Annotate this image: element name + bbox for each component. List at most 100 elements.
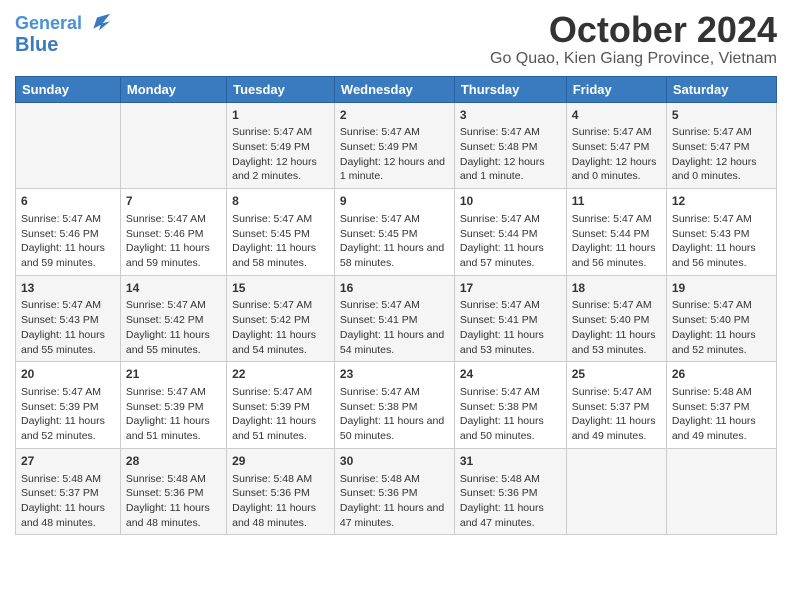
day-of-week-header: Thursday bbox=[454, 76, 566, 102]
calendar-day-cell: 1Sunrise: 5:47 AM Sunset: 5:49 PM Daylig… bbox=[227, 102, 335, 189]
calendar-day-cell: 30 Sunrise: 5:48 AM Sunset: 5:36 PM Dayli… bbox=[334, 448, 454, 535]
calendar-day-cell: 2Sunrise: 5:47 AM Sunset: 5:49 PM Daylig… bbox=[334, 102, 454, 189]
calendar-day-cell: 7 Sunrise: 5:47 AM Sunset: 5:46 PM Daylig… bbox=[120, 189, 226, 276]
day-info: Sunrise: 5:47 AM Sunset: 5:42 PM Dayligh… bbox=[126, 298, 221, 357]
calendar-day-cell: 6Sunrise: 5:47 AM Sunset: 5:46 PM Daylig… bbox=[16, 189, 121, 276]
day-info: Sunrise: 5:47 AM Sunset: 5:37 PM Dayligh… bbox=[572, 385, 661, 444]
day-info: Sunrise: 5:47 AM Sunset: 5:38 PM Dayligh… bbox=[340, 385, 449, 444]
calendar-day-cell: 8 Sunrise: 5:47 AM Sunset: 5:45 PM Daylig… bbox=[227, 189, 335, 276]
calendar-header-row: SundayMondayTuesdayWednesdayThursdayFrid… bbox=[16, 76, 777, 102]
day-info: Sunrise: 5:47 AM Sunset: 5:47 PM Dayligh… bbox=[572, 125, 661, 184]
calendar-day-cell: 21 Sunrise: 5:47 AM Sunset: 5:39 PM Dayli… bbox=[120, 362, 226, 449]
day-info: Sunrise: 5:47 AM Sunset: 5:42 PM Dayligh… bbox=[232, 298, 329, 357]
calendar-week-row: 6 Sunrise: 5:47 AM Sunset: 5:46 PM Daylig… bbox=[16, 189, 777, 276]
day-info: Sunrise: 5:47 AM Sunset: 5:49 PM Dayligh… bbox=[340, 125, 449, 184]
calendar-day-cell: 25Sunrise: 5:47 AM Sunset: 5:37 PM Dayli… bbox=[566, 362, 666, 449]
day-number: 15 bbox=[232, 280, 329, 297]
day-info: Sunrise: 5:47 AM Sunset: 5:40 PM Dayligh… bbox=[672, 298, 771, 357]
calendar-table: SundayMondayTuesdayWednesdayThursdayFrid… bbox=[15, 76, 777, 536]
calendar-day-cell: 11 Sunrise: 5:47 AM Sunset: 5:44 PM Dayli… bbox=[566, 189, 666, 276]
day-info: Sunrise: 5:47 AM Sunset: 5:44 PM Dayligh… bbox=[572, 212, 661, 271]
day-number: 8 bbox=[232, 193, 329, 210]
day-number: 20 bbox=[21, 366, 115, 383]
calendar-day-cell: 13Sunrise: 5:47 AM Sunset: 5:43 PM Dayli… bbox=[16, 275, 121, 362]
day-number: 22 bbox=[232, 366, 329, 383]
day-number: 12 bbox=[672, 193, 771, 210]
day-number: 18 bbox=[572, 280, 661, 297]
day-info: Sunrise: 5:47 AM Sunset: 5:38 PM Dayligh… bbox=[460, 385, 561, 444]
day-number: 13 bbox=[21, 280, 115, 297]
day-number: 30 bbox=[340, 453, 449, 470]
location-subtitle: Go Quao, Kien Giang Province, Vietnam bbox=[490, 50, 777, 68]
title-area: October 2024 Go Quao, Kien Giang Provinc… bbox=[490, 10, 777, 68]
logo-text: General bbox=[15, 14, 82, 34]
day-number: 6 bbox=[21, 193, 115, 210]
calendar-day-cell: 29 Sunrise: 5:48 AM Sunset: 5:36 PM Dayli… bbox=[227, 448, 335, 535]
calendar-day-cell: 14Sunrise: 5:47 AM Sunset: 5:42 PM Dayli… bbox=[120, 275, 226, 362]
day-info: Sunrise: 5:47 AM Sunset: 5:44 PM Dayligh… bbox=[460, 212, 561, 271]
day-number: 5 bbox=[672, 107, 771, 124]
day-info: Sunrise: 5:47 AM Sunset: 5:39 PM Dayligh… bbox=[21, 385, 115, 444]
day-number: 27 bbox=[21, 453, 115, 470]
day-number: 21 bbox=[126, 366, 221, 383]
day-of-week-header: Saturday bbox=[666, 76, 776, 102]
day-number: 19 bbox=[672, 280, 771, 297]
day-info: Sunrise: 5:47 AM Sunset: 5:49 PM Dayligh… bbox=[232, 125, 329, 184]
day-of-week-header: Sunday bbox=[16, 76, 121, 102]
calendar-day-cell: 18Sunrise: 5:47 AM Sunset: 5:40 PM Dayli… bbox=[566, 275, 666, 362]
calendar-day-cell: 16Sunrise: 5:47 AM Sunset: 5:41 PM Dayli… bbox=[334, 275, 454, 362]
calendar-week-row: 27 Sunrise: 5:48 AM Sunset: 5:37 PM Dayli… bbox=[16, 448, 777, 535]
day-number: 11 bbox=[572, 193, 661, 210]
day-info: Sunrise: 5:47 AM Sunset: 5:46 PM Dayligh… bbox=[126, 212, 221, 271]
day-info: Sunrise: 5:47 AM Sunset: 5:41 PM Dayligh… bbox=[340, 298, 449, 357]
day-info: Sunrise: 5:47 AM Sunset: 5:39 PM Dayligh… bbox=[126, 385, 221, 444]
day-number: 2 bbox=[340, 107, 449, 124]
calendar-day-cell: 17Sunrise: 5:47 AM Sunset: 5:41 PM Dayli… bbox=[454, 275, 566, 362]
calendar-day-cell bbox=[16, 102, 121, 189]
calendar-day-cell: 23 Sunrise: 5:47 AM Sunset: 5:38 PM Dayli… bbox=[334, 362, 454, 449]
day-number: 10 bbox=[460, 193, 561, 210]
day-number: 7 bbox=[126, 193, 221, 210]
calendar-week-row: 13Sunrise: 5:47 AM Sunset: 5:43 PM Dayli… bbox=[16, 275, 777, 362]
calendar-day-cell: 27 Sunrise: 5:48 AM Sunset: 5:37 PM Dayli… bbox=[16, 448, 121, 535]
day-number: 23 bbox=[340, 366, 449, 383]
calendar-day-cell: 12Sunrise: 5:47 AM Sunset: 5:43 PM Dayli… bbox=[666, 189, 776, 276]
calendar-day-cell: 19Sunrise: 5:47 AM Sunset: 5:40 PM Dayli… bbox=[666, 275, 776, 362]
day-info: Sunrise: 5:48 AM Sunset: 5:36 PM Dayligh… bbox=[340, 472, 449, 531]
day-number: 16 bbox=[340, 280, 449, 297]
logo: General Blue bbox=[15, 10, 112, 56]
day-number: 3 bbox=[460, 107, 561, 124]
day-info: Sunrise: 5:48 AM Sunset: 5:36 PM Dayligh… bbox=[460, 472, 561, 531]
day-info: Sunrise: 5:47 AM Sunset: 5:48 PM Dayligh… bbox=[460, 125, 561, 184]
day-number: 4 bbox=[572, 107, 661, 124]
calendar-day-cell bbox=[666, 448, 776, 535]
day-number: 17 bbox=[460, 280, 561, 297]
calendar-week-row: 20 Sunrise: 5:47 AM Sunset: 5:39 PM Dayli… bbox=[16, 362, 777, 449]
logo-blue-text: Blue bbox=[15, 34, 58, 56]
day-number: 28 bbox=[126, 453, 221, 470]
day-info: Sunrise: 5:47 AM Sunset: 5:40 PM Dayligh… bbox=[572, 298, 661, 357]
calendar-day-cell: 31Sunrise: 5:48 AM Sunset: 5:36 PM Dayli… bbox=[454, 448, 566, 535]
day-of-week-header: Friday bbox=[566, 76, 666, 102]
calendar-day-cell: 5Sunrise: 5:47 AM Sunset: 5:47 PM Daylig… bbox=[666, 102, 776, 189]
calendar-day-cell: 9Sunrise: 5:47 AM Sunset: 5:45 PM Daylig… bbox=[334, 189, 454, 276]
calendar-day-cell: 4Sunrise: 5:47 AM Sunset: 5:47 PM Daylig… bbox=[566, 102, 666, 189]
day-number: 14 bbox=[126, 280, 221, 297]
day-info: Sunrise: 5:47 AM Sunset: 5:45 PM Dayligh… bbox=[232, 212, 329, 271]
calendar-day-cell: 20 Sunrise: 5:47 AM Sunset: 5:39 PM Dayli… bbox=[16, 362, 121, 449]
day-number: 1 bbox=[232, 107, 329, 124]
day-info: Sunrise: 5:47 AM Sunset: 5:45 PM Dayligh… bbox=[340, 212, 449, 271]
day-number: 29 bbox=[232, 453, 329, 470]
day-of-week-header: Monday bbox=[120, 76, 226, 102]
calendar-day-cell: 3Sunrise: 5:47 AM Sunset: 5:48 PM Daylig… bbox=[454, 102, 566, 189]
day-number: 26 bbox=[672, 366, 771, 383]
logo-bird-icon bbox=[84, 10, 112, 38]
day-info: Sunrise: 5:47 AM Sunset: 5:47 PM Dayligh… bbox=[672, 125, 771, 184]
calendar-day-cell bbox=[566, 448, 666, 535]
day-info: Sunrise: 5:47 AM Sunset: 5:43 PM Dayligh… bbox=[21, 298, 115, 357]
calendar-week-row: 1Sunrise: 5:47 AM Sunset: 5:49 PM Daylig… bbox=[16, 102, 777, 189]
calendar-day-cell: 22Sunrise: 5:47 AM Sunset: 5:39 PM Dayli… bbox=[227, 362, 335, 449]
day-info: Sunrise: 5:48 AM Sunset: 5:36 PM Dayligh… bbox=[232, 472, 329, 531]
day-of-week-header: Tuesday bbox=[227, 76, 335, 102]
day-info: Sunrise: 5:48 AM Sunset: 5:37 PM Dayligh… bbox=[21, 472, 115, 531]
